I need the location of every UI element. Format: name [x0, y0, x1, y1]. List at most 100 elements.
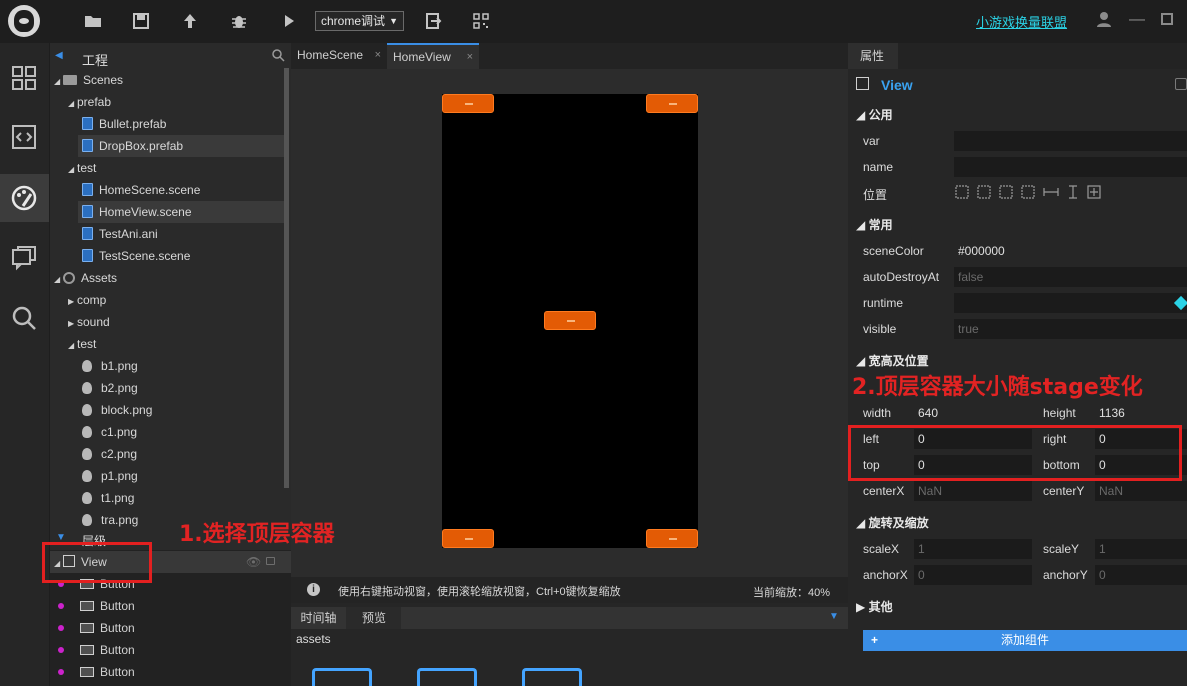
lock-icon[interactable]	[266, 557, 275, 565]
debug-icon[interactable]	[230, 12, 248, 30]
globe-icon	[63, 272, 75, 284]
tree-item-testani[interactable]: TestAni.ani	[78, 223, 284, 245]
section-common[interactable]: ◢ 公用	[856, 106, 893, 123]
section-size-position[interactable]: ◢ 宽高及位置	[856, 352, 929, 369]
play-icon[interactable]	[280, 12, 298, 30]
tree-item-comp[interactable]: ▶ comp	[68, 289, 106, 311]
tree-item-t1[interactable]: t1.png	[82, 487, 134, 509]
code-icon[interactable]	[10, 123, 38, 151]
stage-button-top-left[interactable]	[442, 94, 494, 113]
maximize-icon[interactable]	[1161, 13, 1173, 25]
stage-button-top-right[interactable]	[646, 94, 698, 113]
tab-homescene[interactable]: HomeScene ×	[291, 43, 387, 69]
tree-item-assets-test[interactable]: ◢ test	[68, 333, 96, 355]
qrcode-icon[interactable]	[472, 12, 490, 30]
chat-icon[interactable]	[10, 244, 38, 272]
autodestroyat-input[interactable]: false	[954, 267, 1187, 287]
align-buttons[interactable]	[955, 184, 1105, 200]
folder-icon[interactable]	[312, 668, 372, 686]
section-rotate-scale[interactable]: ◢ 旋转及缩放	[856, 514, 929, 531]
project-tree: ◢ Scenes ◢ prefab Bullet.prefab DropBox.pr…	[50, 69, 284, 528]
width-input[interactable]: 640	[914, 403, 1032, 423]
anchory-input[interactable]: 0	[1095, 565, 1187, 585]
tab-preview[interactable]: 预览	[348, 607, 400, 629]
tree-item-scenes[interactable]: ◢ Scenes	[54, 69, 123, 91]
layer-item[interactable]: Button	[50, 617, 291, 639]
button-node-icon	[80, 601, 94, 611]
tree-item-c1[interactable]: c1.png	[82, 421, 137, 443]
anchorx-input[interactable]: 0	[914, 565, 1032, 585]
scalex-input[interactable]: 1	[914, 539, 1032, 559]
close-icon[interactable]: ×	[467, 45, 473, 69]
close-icon[interactable]: ×	[375, 43, 381, 67]
stage-button-bottom-right[interactable]	[646, 529, 698, 548]
grid-icon[interactable]	[10, 64, 38, 92]
visible-input[interactable]: true	[954, 319, 1187, 339]
tree-item-block[interactable]: block.png	[82, 399, 152, 421]
layer-item[interactable]: Button	[50, 639, 291, 661]
var-input[interactable]	[954, 131, 1187, 151]
tree-item-homescene[interactable]: HomeScene.scene	[78, 179, 284, 201]
name-label: name	[863, 160, 894, 174]
collapse-left-icon[interactable]: ◀	[55, 50, 63, 61]
centerx-input[interactable]: NaN	[914, 481, 1032, 501]
tab-timeline[interactable]: 时间轴	[291, 607, 346, 629]
palette-icon[interactable]	[10, 184, 38, 212]
folder-icon[interactable]	[84, 12, 102, 30]
tree-item-assets[interactable]: ◢ Assets	[54, 267, 117, 289]
folder-icon[interactable]	[417, 668, 477, 686]
minimize-icon[interactable]: —	[1129, 11, 1145, 29]
image-file-icon	[82, 360, 92, 372]
tree-item-prefab[interactable]: ◢ prefab	[68, 91, 111, 113]
annotation-box-view	[42, 542, 152, 583]
tree-item-bullet-prefab[interactable]: Bullet.prefab	[78, 113, 284, 135]
scene-file-icon	[82, 183, 93, 196]
eye-icon[interactable]: 👁	[246, 551, 261, 573]
scaley-input[interactable]: 1	[1095, 539, 1187, 559]
publish-icon[interactable]	[181, 12, 199, 30]
tab-homeview[interactable]: HomeView ×	[387, 43, 479, 69]
image-file-icon	[82, 470, 92, 482]
project-scrollbar[interactable]	[284, 68, 289, 488]
export-icon[interactable]	[424, 12, 442, 30]
alliance-link[interactable]: 小游戏换量联盟	[976, 12, 1067, 31]
runtime-input[interactable]	[954, 293, 1187, 313]
tree-item-sound[interactable]: ▶ sound	[68, 311, 110, 333]
tree-item-b2[interactable]: b2.png	[82, 377, 138, 399]
name-input[interactable]	[954, 157, 1187, 177]
tree-item-dropbox-prefab[interactable]: DropBox.prefab	[78, 135, 284, 157]
tab-properties[interactable]: 属性	[848, 43, 898, 69]
folder-icon[interactable]	[522, 668, 582, 686]
section-normal[interactable]: ◢ 常用	[856, 216, 893, 233]
image-file-icon	[82, 448, 92, 460]
section-other[interactable]: ▶ 其他	[856, 598, 893, 615]
tree-item-testscene[interactable]: TestScene.scene	[78, 245, 284, 267]
layer-item[interactable]: Button	[50, 661, 291, 683]
add-component-button[interactable]: + 添加组件	[863, 630, 1187, 651]
tree-item-p1[interactable]: p1.png	[82, 465, 138, 487]
layer-item[interactable]: Button	[50, 595, 291, 617]
run-target-select[interactable]: chrome调试 ▼	[315, 11, 404, 31]
height-label: height	[1043, 406, 1076, 420]
tree-item-test[interactable]: ◢ test	[68, 157, 96, 179]
prefab-file-icon	[82, 117, 93, 130]
runtime-label: runtime	[863, 296, 904, 310]
stage-button-bottom-left[interactable]	[442, 529, 494, 548]
centery-input[interactable]: NaN	[1095, 481, 1187, 501]
stage-button-center[interactable]	[544, 311, 596, 330]
tree-item-b1[interactable]: b1.png	[82, 355, 138, 377]
height-input[interactable]: 1136	[1095, 403, 1187, 423]
node-dot-icon	[58, 603, 64, 609]
tree-item-tra[interactable]: tra.png	[82, 509, 138, 528]
scalex-label: scaleX	[863, 542, 900, 556]
trash-icon[interactable]	[1175, 78, 1187, 90]
user-icon[interactable]	[1097, 11, 1111, 30]
scenecolor-input[interactable]: #000000	[954, 241, 1187, 261]
search-icon[interactable]	[10, 304, 38, 332]
tree-item-c2[interactable]: c2.png	[82, 443, 137, 465]
annotation-step1: 1.选择顶层容器	[179, 522, 335, 547]
tree-item-homeview[interactable]: HomeView.scene	[78, 201, 284, 223]
dropdown-icon[interactable]: ▼	[829, 611, 839, 622]
panel-search-icon[interactable]	[272, 49, 285, 65]
save-icon[interactable]	[132, 12, 150, 30]
